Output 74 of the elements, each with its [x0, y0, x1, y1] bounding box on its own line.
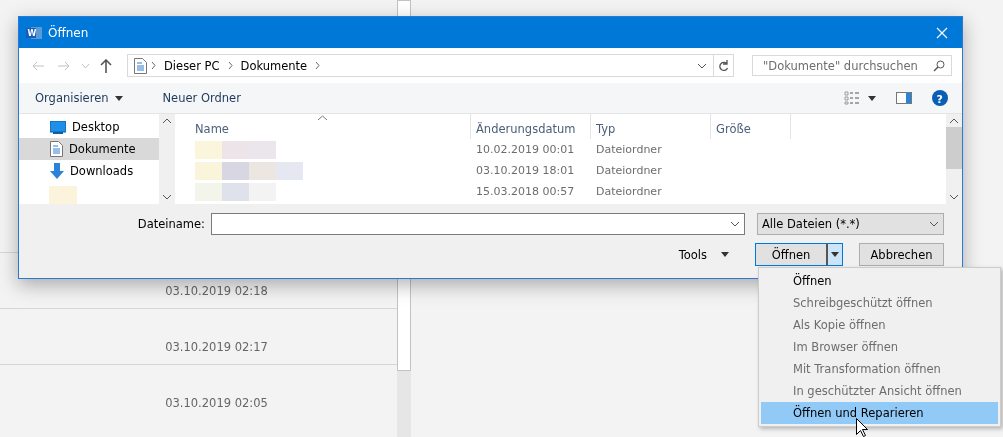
blurred-name: [249, 182, 276, 201]
chevron-down-icon: [929, 221, 939, 227]
blurred-name: [249, 140, 276, 159]
date-text: 03.10.2019 02:05: [165, 396, 268, 410]
menu-item[interactable]: Öffnen: [761, 270, 998, 292]
column-header[interactable]: Typ: [591, 114, 711, 139]
close-icon: [936, 26, 948, 39]
window-title: Öffnen: [48, 25, 90, 40]
table-cell-text: 10.02.2019 00:01: [475, 143, 576, 156]
column-header[interactable]: Größe: [711, 114, 791, 139]
blurred-name: [222, 140, 249, 159]
table-cell-text: 03.10.2019 18:01: [475, 164, 576, 177]
blurred-name: [195, 161, 222, 180]
breadcrumb[interactable]: Dieser PC: [160, 58, 224, 73]
cancel-button[interactable]: Abbrechen: [859, 243, 944, 266]
column-header[interactable]: Änderungsdatum: [471, 114, 591, 139]
preview-pane-icon: [896, 92, 912, 104]
blurred-name: [195, 140, 222, 159]
table-cell-text: 15.03.2018 00:57: [475, 185, 576, 198]
caret-icon: [831, 252, 839, 257]
nav-item[interactable]: Desktop: [19, 116, 159, 138]
date-text: 03.10.2019 02:18: [165, 284, 268, 298]
monitor-icon: [50, 120, 66, 134]
scroll-up-icon: [163, 118, 171, 123]
nav-item[interactable]: Dokumente: [19, 138, 159, 160]
file-type-dropdown[interactable]: Alle Dateien (*.*): [757, 213, 944, 235]
nav-item[interactable]: Downloads: [19, 160, 159, 182]
preview-pane-button[interactable]: [896, 92, 912, 104]
back-arrow-icon: [31, 60, 45, 71]
document-icon: [50, 141, 63, 157]
list-view-icon: [844, 91, 860, 105]
table-cell-text: Dateiordner: [595, 185, 663, 198]
toolbar-button[interactable]: Organisieren: [29, 91, 129, 105]
tools-button[interactable]: Tools: [672, 246, 735, 263]
table-cell-text: Dateiordner: [595, 164, 663, 177]
breadcrumb[interactable]: Dokumente: [236, 58, 312, 73]
chevron-down-icon: [697, 62, 707, 69]
open-button[interactable]: Öffnen: [756, 244, 826, 265]
scrollbar[interactable]: [946, 114, 962, 204]
field-label: Dateiname:: [137, 217, 205, 231]
blurred-name: [222, 182, 249, 201]
download-arrow-icon: [50, 163, 64, 179]
view-options-button[interactable]: [844, 91, 876, 105]
help-button[interactable]: ?: [932, 90, 948, 106]
chevron-down-icon: [81, 63, 89, 68]
chevron-right-icon: [315, 62, 321, 69]
search-field[interactable]: "Dokumente" durchsuchen: [752, 55, 952, 76]
caret-icon: [868, 95, 876, 101]
menu-item[interactable]: Öffnen und Reparieren: [761, 402, 998, 424]
refresh-icon: [718, 59, 729, 72]
search-icon: [933, 59, 945, 72]
document-icon: [134, 57, 147, 74]
scroll-down-icon: [950, 195, 958, 200]
scroll-up-icon: [950, 118, 958, 123]
blurred-name: [222, 161, 249, 180]
chevron-right-icon: [227, 62, 233, 69]
scrollbar[interactable]: [159, 114, 175, 204]
forward-arrow-icon: [57, 60, 71, 71]
scroll-down-icon: [163, 195, 171, 200]
chevron-right-icon: [151, 62, 156, 69]
blurred-name: [249, 161, 276, 180]
blurred-item: [49, 186, 77, 204]
date-text: 03.10.2019 02:17: [165, 340, 268, 354]
column-header[interactable]: Name: [195, 114, 471, 139]
filename-field[interactable]: [211, 213, 745, 235]
blurred-name: [276, 161, 303, 180]
toolbar-button[interactable]: Neuer Ordner: [156, 91, 247, 105]
caret-icon: [721, 252, 729, 257]
table-cell-text: Dateiordner: [595, 143, 663, 156]
open-menu-button[interactable]: [826, 244, 842, 265]
address-bar[interactable]: Dieser PC Dokumente: [127, 54, 734, 77]
up-arrow-icon: [100, 58, 112, 73]
chevron-down-icon: [730, 221, 740, 227]
blurred-name: [195, 182, 222, 201]
